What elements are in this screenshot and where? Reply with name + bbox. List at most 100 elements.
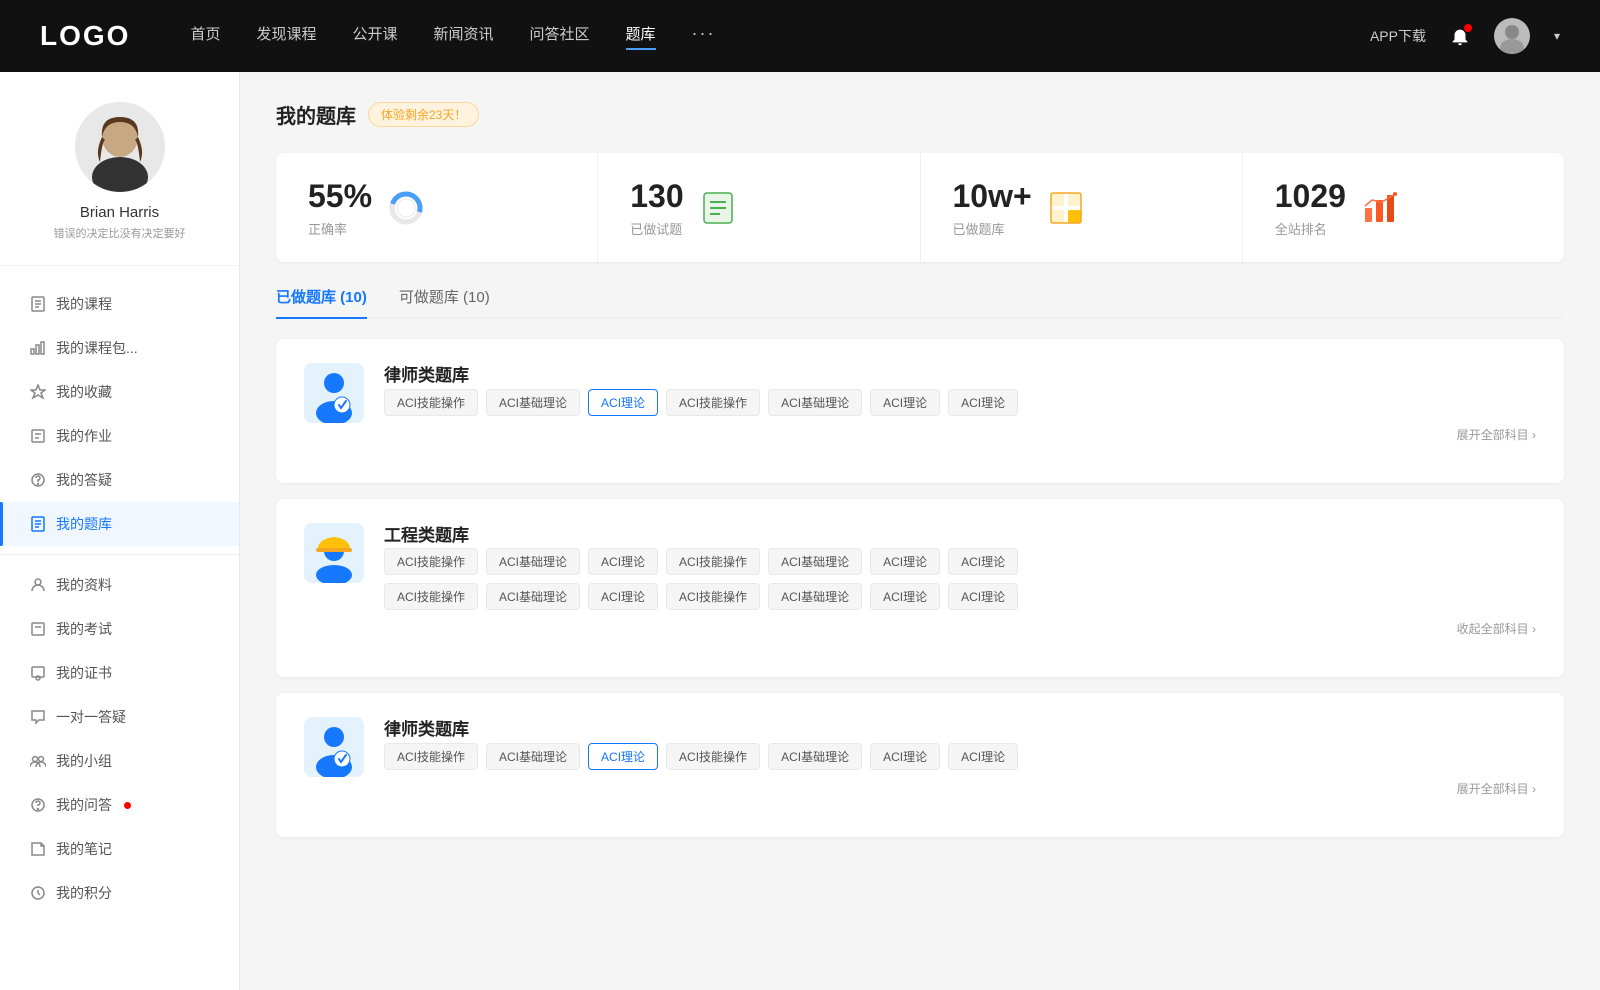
quiz-icon [30,516,46,532]
nav-quiz[interactable]: 题库 [626,23,656,50]
sidebar-item-courses[interactable]: 我的课程 [0,282,239,326]
tag[interactable]: ACI技能操作 [384,548,478,575]
lawyer-icon-2 [304,717,364,777]
bank-tags-2-row1: ACI技能操作 ACI基础理论 ACI理论 ACI技能操作 ACI基础理论 AC… [384,548,1536,575]
tag[interactable]: ACI技能操作 [666,548,760,575]
tag[interactable]: ACI理论 [948,743,1018,770]
sidebar-item-exams[interactable]: 我的考试 [0,607,239,651]
answers-notification-dot [124,802,131,809]
tag[interactable]: ACI技能操作 [666,583,760,610]
nav-news[interactable]: 新闻资讯 [434,23,494,50]
notification-bell-icon[interactable] [1446,22,1474,50]
tag[interactable]: ACI技能操作 [384,389,478,416]
sidebar-item-groups[interactable]: 我的小组 [0,739,239,783]
sidebar-label-certificates: 我的证书 [56,663,112,683]
stats-row: 55% 正确率 130 已做试题 [276,153,1564,262]
avatar [75,102,165,192]
tag[interactable]: ACI基础理论 [768,583,862,610]
sidebar-item-homework[interactable]: 我的作业 [0,414,239,458]
exam-icon [30,621,46,637]
sidebar-item-materials[interactable]: 我的资料 [0,563,239,607]
tag[interactable]: ACI理论 [870,743,940,770]
expand-link-1[interactable]: 展开全部科目 › [384,426,1536,443]
app-download-button[interactable]: APP下载 [1370,26,1426,46]
sidebar-item-certificates[interactable]: 我的证书 [0,651,239,695]
tag[interactable]: ACI技能操作 [384,583,478,610]
tag[interactable]: ACI技能操作 [666,389,760,416]
tag-active[interactable]: ACI理论 [588,743,658,770]
tag[interactable]: ACI基础理论 [768,743,862,770]
tab-available-banks[interactable]: 可做题库 (10) [399,286,490,317]
tag[interactable]: ACI理论 [588,548,658,575]
logo[interactable]: LOGO [40,20,130,52]
tag[interactable]: ACI理论 [870,583,940,610]
sidebar-item-favorites[interactable]: 我的收藏 [0,370,239,414]
points-icon [30,885,46,901]
tabs-row: 已做题库 (10) 可做题库 (10) [276,286,1564,319]
nav-opencourse[interactable]: 公开课 [352,23,397,50]
avatar-dropdown-chevron-icon[interactable]: ▾ [1554,29,1560,43]
trial-badge: 体验剩余23天！ [368,102,479,127]
bar-chart-rank-icon [1362,190,1398,226]
certificate-icon [30,665,46,681]
nav-qa[interactable]: 问答社区 [530,23,590,50]
stat-total-value: 10w+ [953,177,1032,215]
group-icon [30,753,46,769]
tag[interactable]: ACI基础理论 [768,548,862,575]
bank-title-2: 工程类题库 [384,523,1536,549]
sidebar-item-qa[interactable]: 我的答疑 [0,458,239,502]
sidebar-label-notes: 我的笔记 [56,839,112,859]
notes-icon [30,841,46,857]
user-icon [30,577,46,593]
tag[interactable]: ACI基础理论 [486,389,580,416]
profile-motto: 错误的决定比没有决定要好 [54,225,186,241]
sidebar-label-homework: 我的作业 [56,426,112,446]
sidebar-profile: Brian Harris 错误的决定比没有决定要好 [0,102,239,266]
tag[interactable]: ACI理论 [870,548,940,575]
bank-tags-3: ACI技能操作 ACI基础理论 ACI理论 ACI技能操作 ACI基础理论 AC… [384,743,1536,770]
tag[interactable]: ACI技能操作 [384,743,478,770]
nav-more[interactable]: ··· [692,23,716,50]
tag[interactable]: ACI基础理论 [486,743,580,770]
sidebar-item-one-to-one[interactable]: 一对一答疑 [0,695,239,739]
bank-card-lawyer-1: 律师类题库 ACI技能操作 ACI基础理论 ACI理论 ACI技能操作 ACI基… [276,339,1564,483]
nav-home[interactable]: 首页 [190,23,220,50]
avatar[interactable] [1494,18,1530,54]
sidebar-item-notes[interactable]: 我的笔记 [0,827,239,871]
tag[interactable]: ACI基础理论 [486,548,580,575]
page-layout: Brian Harris 错误的决定比没有决定要好 我的课程 我的课程包... [0,72,1600,990]
bank-title-3: 律师类题库 [384,717,1536,743]
engineer-icon [304,523,364,583]
nav-discover[interactable]: 发现课程 [256,23,316,50]
bank-card-engineer: 工程类题库 ACI技能操作 ACI基础理论 ACI理论 ACI技能操作 ACI基… [276,499,1564,678]
tag[interactable]: ACI理论 [948,583,1018,610]
tag[interactable]: ACI基础理论 [486,583,580,610]
tag[interactable]: ACI基础理论 [768,389,862,416]
tag[interactable]: ACI理论 [588,583,658,610]
collapse-link-2[interactable]: 收起全部科目 › [384,620,1536,637]
stat-rank-label: 全站排名 [1275,219,1346,238]
sidebar-label-quiz: 我的题库 [56,514,112,534]
bank-title-1: 律师类题库 [384,363,1536,389]
tab-done-banks[interactable]: 已做题库 (10) [276,286,367,317]
expand-link-3[interactable]: 展开全部科目 › [384,780,1536,797]
tag[interactable]: ACI理论 [870,389,940,416]
sidebar-label-points: 我的积分 [56,883,112,903]
sidebar-item-quiz[interactable]: 我的题库 [0,502,239,546]
tag[interactable]: ACI理论 [948,548,1018,575]
page-header: 我的题库 体验剩余23天！ [276,100,1564,129]
sidebar-item-answers[interactable]: 我的问答 [0,783,239,827]
lawyer-icon [304,363,364,423]
notification-dot [1464,24,1472,32]
sidebar-label-answers: 我的问答 [56,795,112,815]
list-doc-icon [700,190,736,226]
stat-total-text: 10w+ 已做题库 [953,177,1032,238]
stat-total-label: 已做题库 [953,219,1032,238]
sidebar-item-packages[interactable]: 我的课程包... [0,326,239,370]
tag[interactable]: ACI技能操作 [666,743,760,770]
stat-done-text: 130 已做试题 [630,177,683,238]
tag-active[interactable]: ACI理论 [588,389,658,416]
sidebar-item-points[interactable]: 我的积分 [0,871,239,915]
tag[interactable]: ACI理论 [948,389,1018,416]
grid-icon [1048,190,1084,226]
